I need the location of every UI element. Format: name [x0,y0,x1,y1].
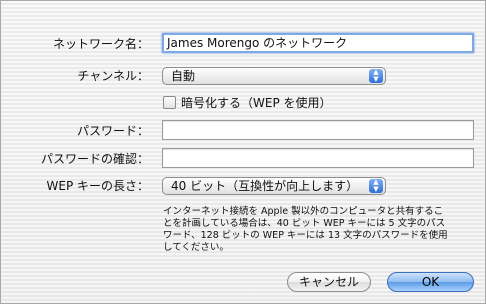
password-confirm-field[interactable] [162,148,474,168]
channel-popup-value: 自動 [171,69,196,83]
encrypt-checkbox-row[interactable]: 暗号化する（WEP を使用） [163,95,332,111]
channel-label: チャンネル： [77,69,149,83]
cancel-button[interactable]: キャンセル [287,272,371,292]
encrypt-checkbox-label: 暗号化する（WEP を使用） [181,96,332,110]
ok-button[interactable]: OK [387,272,474,292]
checkbox-unchecked-icon[interactable] [163,96,176,109]
up-down-arrows-icon: ▲ ▼ [369,69,383,83]
channel-popup[interactable]: 自動 ▲ ▼ [162,67,386,85]
password-confirm-label: パスワードの確認： [40,152,149,166]
up-down-arrows-icon: ▲ ▼ [369,179,383,193]
wep-key-length-popup[interactable]: 40 ビット（互換性が向上します） ▲ ▼ [162,177,386,195]
network-name-label: ネットワーク名： [52,37,149,51]
password-field[interactable] [162,120,474,140]
password-label: パスワード： [76,124,149,138]
network-dialog: ネットワーク名： James Morengo のネットワーク チャンネル： 自動… [0,0,486,304]
wep-key-length-popup-value: 40 ビット（互換性が向上します） [171,179,359,193]
network-name-field[interactable]: James Morengo のネットワーク [162,33,474,53]
wep-key-length-label: WEP キーの長さ： [46,179,150,193]
help-text: インターネット接続を Apple 製以外のコンピュータと共有するこ とを計画して… [163,206,448,253]
